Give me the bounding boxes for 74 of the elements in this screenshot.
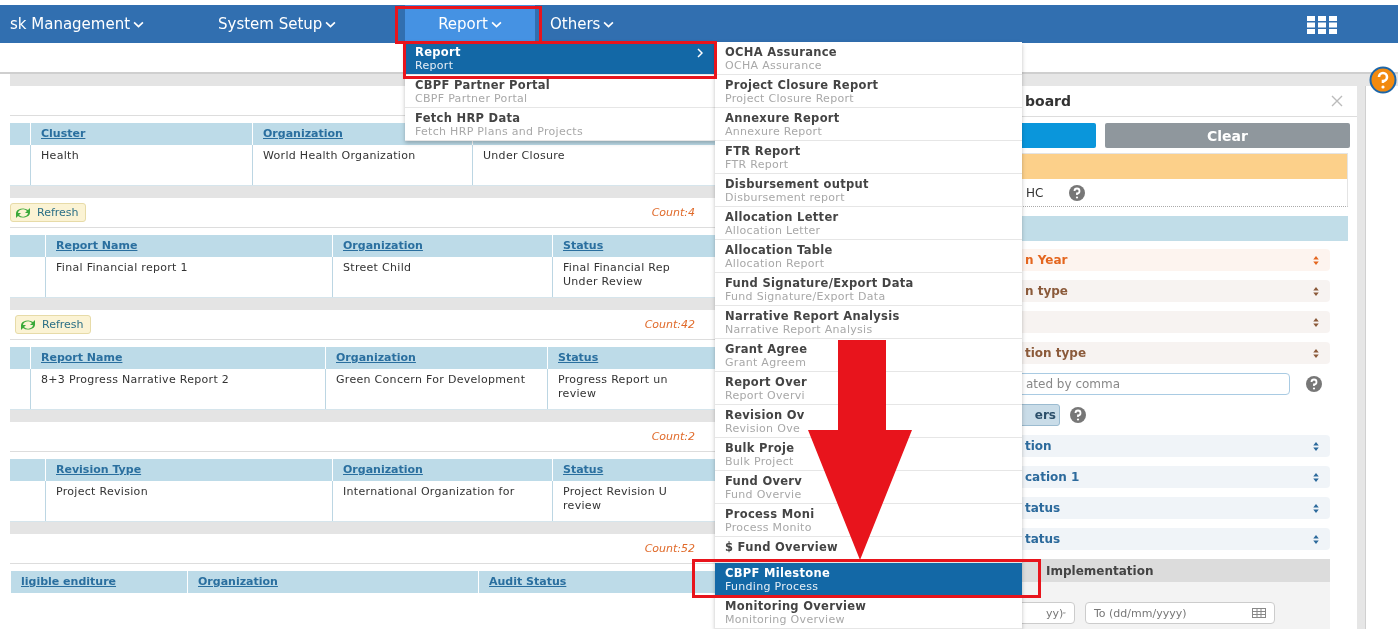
sort-arrows-icon — [1312, 533, 1320, 545]
menu-item[interactable]: Fund Signature/Export Data Fund Signature/Export Data — [715, 273, 1022, 306]
table-cell: Green Concern For Development — [336, 373, 526, 386]
sort-arrows-icon — [1312, 254, 1320, 266]
nav-menu-item[interactable]: sk Management — [0, 5, 218, 43]
column-header[interactable]: Audit Status — [489, 575, 567, 589]
table-cell: Final Financial Rep Under Review — [563, 261, 671, 288]
column-header[interactable]: Organization — [336, 351, 416, 365]
menu-item[interactable]: Monitoring Overview Monitoring Overview — [715, 596, 1022, 629]
close-icon[interactable] — [1331, 95, 1343, 107]
column-header[interactable]: Organization — [263, 127, 343, 141]
table-cell: Project Revision — [56, 485, 148, 498]
chevron-down-icon — [133, 20, 145, 28]
chevron-down-icon — [490, 20, 502, 28]
table-cell: 8+3 Progress Narrative Report 2 — [41, 373, 230, 386]
sort-arrows-icon — [1312, 316, 1320, 328]
table-cell: Under Closure — [483, 149, 565, 162]
record-count: Count:52 — [644, 542, 695, 555]
column-header[interactable]: Report Name — [56, 239, 138, 253]
menu-item[interactable]: Report Report — [405, 42, 715, 75]
scrollbar[interactable] — [1365, 86, 1398, 629]
option-label: HC — [1026, 185, 1044, 200]
column-header[interactable]: Status — [563, 239, 604, 253]
help-icon[interactable] — [1369, 66, 1397, 94]
refresh-button[interactable]: Refresh — [10, 203, 86, 222]
table-cell: Project Revision U review — [563, 485, 668, 512]
table-cell: Progress Report un review — [558, 373, 668, 400]
calendar-icon[interactable] — [1252, 608, 1266, 618]
clear-button[interactable]: Clear — [1105, 123, 1350, 148]
column-header[interactable]: Revision Type — [56, 463, 142, 477]
sort-arrows-icon — [1312, 285, 1320, 297]
column-header[interactable]: Organization — [343, 463, 423, 477]
nav-menu-item[interactable]: Others — [550, 5, 670, 43]
sort-arrows-icon — [1312, 347, 1320, 359]
column-header[interactable]: Organization — [343, 239, 423, 253]
menu-item[interactable]: Allocation Table Allocation Report — [715, 240, 1022, 273]
date-field[interactable]: To (dd/mm/yyyy) — [1085, 602, 1275, 624]
menu-item[interactable]: Allocation Letter Allocation Letter — [715, 207, 1022, 240]
menu-item[interactable]: FTR Report FTR Report — [715, 141, 1022, 174]
record-count: Count:4 — [651, 206, 695, 219]
refresh-icon — [13, 205, 33, 220]
menu-item[interactable]: Project Closure Report Project Closure Report — [715, 75, 1022, 108]
menu-item[interactable]: Annexure Report Annexure Report — [715, 108, 1022, 141]
sort-arrows-icon — [1312, 471, 1320, 483]
column-header[interactable]: Cluster — [41, 127, 86, 141]
chevron-down-icon — [603, 20, 615, 28]
refresh-button[interactable]: Refresh — [15, 315, 91, 334]
column-header[interactable]: ligible enditure — [21, 575, 117, 589]
apps-grid-icon[interactable] — [1307, 16, 1337, 34]
panel-title: board — [1025, 93, 1071, 109]
table-cell: World Health Organization — [263, 149, 416, 162]
column-header[interactable]: Organization — [198, 575, 278, 589]
column-header[interactable]: Status — [563, 463, 604, 477]
table-cell: Street Child — [343, 261, 412, 274]
menu-item[interactable]: CBPF Milestone Funding Process — [715, 563, 1022, 596]
refresh-icon — [18, 317, 38, 332]
sort-arrows-icon — [1312, 502, 1320, 514]
column-header[interactable]: Report Name — [41, 351, 123, 365]
record-count: Count:42 — [644, 318, 695, 331]
sort-arrows-icon — [1312, 440, 1320, 452]
help-icon[interactable] — [1306, 376, 1322, 392]
chevron-down-icon — [325, 20, 337, 28]
column-header[interactable]: Status — [558, 351, 599, 365]
help-icon[interactable] — [1069, 184, 1086, 201]
menu-item[interactable]: Fetch HRP Data Fetch HRP Plans and Projects — [405, 108, 715, 141]
record-count: Count:2 — [651, 430, 695, 443]
table-cell: Final Financial report 1 — [56, 261, 188, 274]
nav-menu-item[interactable]: System Setup — [218, 5, 395, 43]
menu-item[interactable]: OCHA Assurance OCHA Assurance — [715, 42, 1022, 75]
table-cell: Health — [41, 149, 79, 162]
menu-item[interactable]: Disbursement output Disbursement report — [715, 174, 1022, 207]
help-icon[interactable] — [1070, 407, 1086, 423]
menu-item[interactable]: Narrative Report Analysis Narrative Report Analysis — [715, 306, 1022, 339]
table-cell: International Organization for — [343, 485, 515, 498]
